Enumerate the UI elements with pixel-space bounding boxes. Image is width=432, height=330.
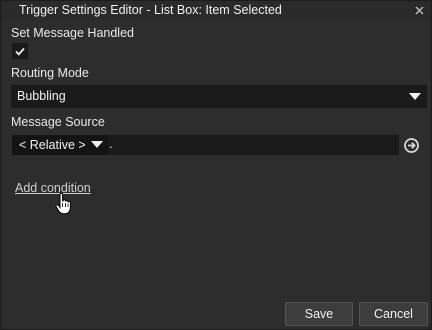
go-to-source-button[interactable]	[402, 136, 420, 154]
routing-mode-value: Bubbling	[17, 89, 66, 103]
title-bar[interactable]: Trigger Settings Editor - List Box: Item…	[1, 1, 431, 21]
relative-value: < Relative >	[19, 138, 86, 152]
routing-mode-label: Routing Mode	[11, 66, 89, 80]
hand-pointer-icon	[55, 193, 71, 215]
message-source-label: Message Source	[11, 115, 105, 129]
message-source-path-value: .	[109, 137, 113, 151]
cancel-button[interactable]: Cancel	[359, 302, 428, 326]
set-message-handled-label: Set Message Handled	[11, 26, 134, 40]
window-title: Trigger Settings Editor - List Box: Item…	[19, 3, 282, 17]
close-icon[interactable]	[411, 2, 427, 18]
save-button[interactable]: Save	[285, 302, 353, 326]
message-source-path-input[interactable]: .	[105, 135, 399, 155]
add-condition-link[interactable]: Add condition	[15, 181, 91, 195]
chevron-down-icon	[91, 141, 103, 148]
routing-mode-dropdown[interactable]: Bubbling	[11, 85, 427, 108]
relative-dropdown[interactable]: < Relative >	[12, 135, 108, 155]
trigger-settings-dialog: Trigger Settings Editor - List Box: Item…	[0, 0, 432, 330]
checkmark-icon	[15, 47, 25, 56]
set-message-handled-checkbox[interactable]	[12, 43, 28, 59]
arrow-right-circle-icon	[403, 137, 419, 153]
chevron-down-icon	[409, 93, 421, 100]
